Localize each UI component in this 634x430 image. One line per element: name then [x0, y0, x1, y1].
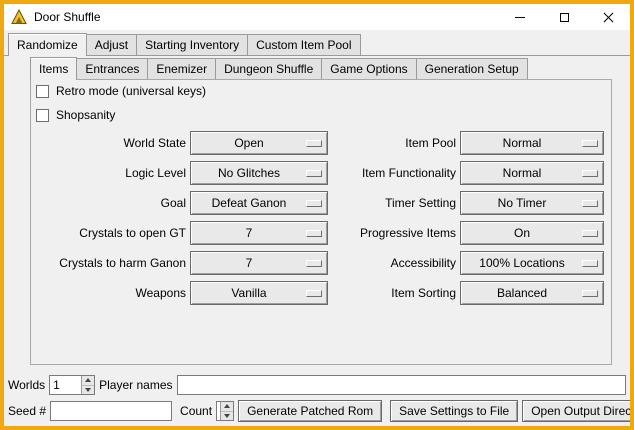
close-icon — [603, 12, 614, 23]
seed-label: Seed # — [8, 404, 46, 418]
count-spin-arrows — [220, 402, 233, 420]
minimize-button[interactable] — [498, 4, 542, 30]
accessibility-label: Accessibility — [304, 251, 456, 275]
crystals-open-gt-label: Crystals to open GT — [30, 221, 186, 245]
tab-items[interactable]: Items — [30, 57, 77, 80]
worlds-spin-arrows — [81, 376, 94, 394]
tab-entrances[interactable]: Entrances — [76, 58, 148, 79]
spin-down-icon[interactable] — [82, 385, 94, 395]
open-output-directory-button[interactable]: Open Output Directory — [522, 400, 634, 422]
item-functionality-dropdown[interactable]: Normal — [460, 161, 604, 185]
dropdown-indicator-icon — [582, 290, 598, 297]
count-spinner — [216, 401, 234, 421]
maximize-icon — [560, 13, 569, 22]
dropdown-indicator-icon — [582, 230, 598, 237]
item-pool-dropdown[interactable]: Normal — [460, 131, 604, 155]
tab-generation-setup[interactable]: Generation Setup — [416, 58, 528, 79]
dropdown-indicator-icon — [582, 170, 598, 177]
retro-mode-checkbox[interactable]: Retro mode (universal keys) — [36, 83, 206, 99]
accessibility-dropdown[interactable]: 100% Locations — [460, 251, 604, 275]
checkbox-box — [36, 109, 49, 122]
inner-tab-bar: Items Entrances Enemizer Dungeon Shuffle… — [30, 57, 528, 79]
maximize-button[interactable] — [542, 4, 586, 30]
tab-randomize[interactable]: Randomize — [8, 33, 87, 56]
spin-up-icon[interactable] — [82, 376, 94, 385]
close-button[interactable] — [586, 4, 630, 30]
tab-custom-item-pool[interactable]: Custom Item Pool — [247, 34, 360, 55]
checkbox-box — [36, 85, 49, 98]
generate-patched-rom-button[interactable]: Generate Patched Rom — [238, 400, 382, 422]
logic-level-label: Logic Level — [30, 161, 186, 185]
count-label: Count — [180, 404, 212, 418]
app-window: Door Shuffle Randomize Adjust Starting I… — [0, 0, 634, 430]
progressive-items-label: Progressive Items — [304, 221, 456, 245]
outer-tab-bar: Randomize Adjust Starting Inventory Cust… — [4, 33, 630, 56]
item-pool-label: Item Pool — [304, 131, 456, 155]
item-functionality-label: Item Functionality — [304, 161, 456, 185]
retro-mode-label: Retro mode (universal keys) — [56, 84, 206, 98]
tab-dungeon-shuffle[interactable]: Dungeon Shuffle — [215, 58, 322, 79]
progressive-items-dropdown[interactable]: On — [460, 221, 604, 245]
world-state-label: World State — [30, 131, 186, 155]
timer-setting-label: Timer Setting — [304, 191, 456, 215]
seed-row: Seed # Count Generate Patched Rom Save S… — [8, 399, 628, 423]
goal-label: Goal — [30, 191, 186, 215]
tab-starting-inventory[interactable]: Starting Inventory — [136, 34, 248, 55]
shopsanity-label: Shopsanity — [56, 108, 115, 122]
dropdown-indicator-icon — [582, 200, 598, 207]
dropdown-indicator-icon — [582, 260, 598, 267]
player-names-input[interactable] — [177, 375, 627, 395]
worlds-label: Worlds — [8, 378, 45, 392]
tab-adjust[interactable]: Adjust — [86, 34, 137, 55]
timer-setting-dropdown[interactable]: No Timer — [460, 191, 604, 215]
shopsanity-checkbox[interactable]: Shopsanity — [36, 107, 115, 123]
dropdown-indicator-icon — [582, 140, 598, 147]
titlebar[interactable]: Door Shuffle — [4, 4, 630, 30]
tab-enemizer[interactable]: Enemizer — [147, 58, 216, 79]
item-sorting-dropdown[interactable]: Balanced — [460, 281, 604, 305]
window-controls — [498, 4, 630, 30]
seed-input[interactable] — [50, 401, 172, 421]
item-sorting-label: Item Sorting — [304, 281, 456, 305]
player-names-label: Player names — [99, 378, 172, 392]
worlds-input[interactable] — [50, 376, 81, 394]
spin-down-icon[interactable] — [221, 411, 233, 421]
spin-up-icon[interactable] — [221, 402, 233, 411]
save-settings-button[interactable]: Save Settings to File — [390, 400, 518, 422]
worlds-row: Worlds Player names — [8, 374, 626, 396]
minimize-icon — [515, 17, 525, 18]
crystals-harm-ganon-label: Crystals to harm Ganon — [30, 251, 186, 275]
worlds-spinner — [49, 375, 95, 395]
app-icon — [11, 9, 27, 25]
tab-game-options[interactable]: Game Options — [321, 58, 416, 79]
window-title: Door Shuffle — [34, 10, 101, 24]
weapons-label: Weapons — [30, 281, 186, 305]
